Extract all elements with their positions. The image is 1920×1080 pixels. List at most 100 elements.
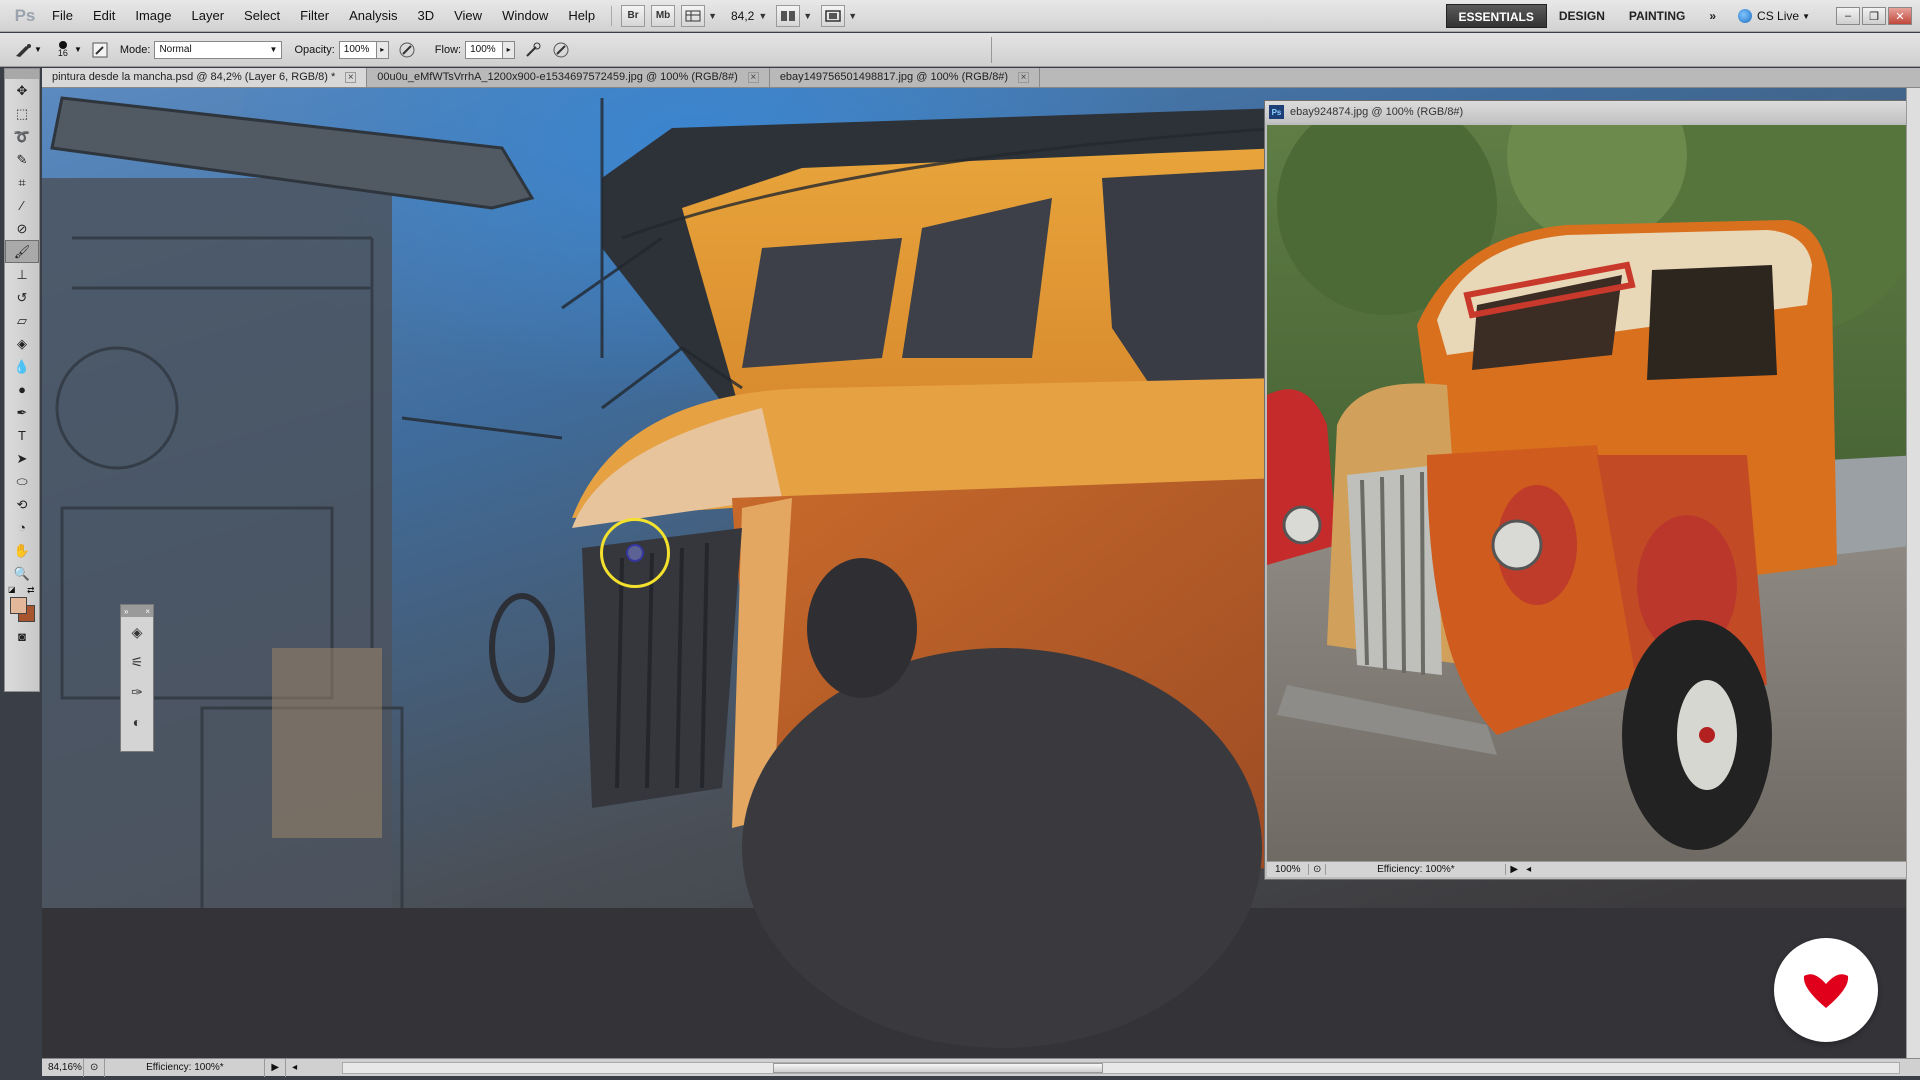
- zoom-level[interactable]: 84,2: [731, 9, 754, 23]
- scroll-left-icon[interactable]: ◂: [1522, 864, 1535, 875]
- menu-file[interactable]: File: [42, 0, 83, 32]
- brush-preset-picker[interactable]: 16: [58, 41, 68, 58]
- menu-view[interactable]: View: [444, 0, 492, 32]
- tab-reference-jpg-1[interactable]: 00u0u_eMfWTsVrrhA_1200x900-e153469757245…: [367, 68, 770, 87]
- paths-panel-icon[interactable]: ✑: [121, 677, 153, 707]
- layers-panel-icon[interactable]: ◈: [121, 617, 153, 647]
- tab-pintura-psd[interactable]: pintura desde la mancha.psd @ 84,2% (Lay…: [42, 68, 368, 87]
- tablet-pressure-size-icon[interactable]: [551, 40, 571, 60]
- menu-3d[interactable]: 3D: [407, 0, 444, 32]
- menu-edit[interactable]: Edit: [83, 0, 125, 32]
- default-colors-icon[interactable]: ◪: [8, 585, 16, 594]
- chevron-down-icon[interactable]: ▼: [34, 45, 42, 54]
- hand-tool-icon[interactable]: ✋: [5, 539, 39, 562]
- pen-tool-icon[interactable]: ✒: [5, 401, 39, 424]
- shape-tool-icon[interactable]: ⬭: [5, 470, 39, 493]
- cs-live-button[interactable]: CS Live ▼: [1728, 9, 1820, 23]
- lasso-tool-icon[interactable]: ➰: [5, 125, 39, 148]
- marquee-tool-icon[interactable]: ⬚: [5, 102, 39, 125]
- close-icon[interactable]: ×: [145, 607, 150, 616]
- opacity-input[interactable]: 100%: [338, 40, 377, 59]
- status-info-icon[interactable]: ⊙: [84, 1058, 106, 1077]
- scroll-left-icon[interactable]: ◂: [286, 1059, 303, 1077]
- brush-size: 16: [57, 48, 68, 58]
- menu-select[interactable]: Select: [234, 0, 290, 32]
- horizontal-scrollbar[interactable]: [342, 1062, 1900, 1074]
- type-tool-icon[interactable]: T: [5, 424, 39, 447]
- menu-filter[interactable]: Filter: [290, 0, 339, 32]
- flow-input[interactable]: 100%: [465, 40, 504, 59]
- brush-tool-icon[interactable]: 🖌: [5, 240, 39, 263]
- canvas-zoom-readout[interactable]: 84,16%: [42, 1058, 84, 1077]
- path-selection-tool-icon[interactable]: ➤: [5, 447, 39, 470]
- reference-image-window[interactable]: Ps ebay924874.jpg @ 100% (RGB/8#) 100% ⊙…: [1264, 100, 1920, 880]
- chevron-down-icon[interactable]: ▼: [758, 11, 767, 21]
- workspace-more[interactable]: »: [1697, 4, 1728, 28]
- close-icon[interactable]: ✕: [1888, 7, 1912, 25]
- opacity-slider-toggle[interactable]: ▸: [376, 40, 389, 59]
- reference-zoom[interactable]: 100%: [1267, 864, 1309, 875]
- arrange-documents-button[interactable]: [776, 4, 801, 27]
- tab-label: 00u0u_eMfWTsVrrhA_1200x900-e153469757245…: [377, 71, 738, 83]
- quick-mask-icon[interactable]: ◙: [5, 625, 39, 648]
- blend-mode-value: Normal: [159, 44, 192, 55]
- menu-help[interactable]: Help: [558, 0, 605, 32]
- chevron-down-icon[interactable]: ▼: [708, 11, 717, 21]
- vertical-scrollbar[interactable]: [1906, 88, 1920, 1058]
- tools-panel-header[interactable]: [5, 69, 39, 79]
- adjustments-panel-icon[interactable]: ◐: [121, 707, 153, 737]
- tablet-pressure-opacity-icon[interactable]: [397, 40, 417, 60]
- airbrush-icon[interactable]: [523, 40, 543, 60]
- arrange-icon: [781, 10, 796, 21]
- chevron-down-icon[interactable]: ▼: [848, 11, 857, 21]
- close-icon[interactable]: ×: [747, 72, 759, 83]
- restore-icon[interactable]: ❐: [1862, 7, 1886, 25]
- status-info-icon[interactable]: ⊙: [1309, 864, 1327, 875]
- quick-select-tool-icon[interactable]: ✎: [5, 148, 39, 171]
- close-icon[interactable]: ×: [345, 72, 357, 83]
- paint-bucket-tool-icon[interactable]: ◈: [5, 332, 39, 355]
- brush-tool-icon[interactable]: [14, 40, 34, 60]
- workspace-essentials[interactable]: ESSENTIALS: [1445, 4, 1547, 28]
- menu-image[interactable]: Image: [125, 0, 181, 32]
- cs-live-icon: [1738, 9, 1753, 23]
- foreground-color-swatch[interactable]: [10, 597, 27, 614]
- blur-tool-icon[interactable]: 💧: [5, 355, 39, 378]
- move-tool-icon[interactable]: ✥: [5, 79, 39, 102]
- minimize-icon[interactable]: –: [1836, 7, 1860, 25]
- clone-stamp-tool-icon[interactable]: ⊥: [5, 263, 39, 286]
- close-icon[interactable]: ×: [1018, 72, 1030, 83]
- panel-dock-header[interactable]: » ×: [121, 605, 153, 617]
- brush-panel-toggle-icon[interactable]: [90, 40, 110, 60]
- expand-icon[interactable]: »: [124, 607, 128, 616]
- extras-button[interactable]: [681, 4, 706, 27]
- menu-analysis[interactable]: Analysis: [339, 0, 407, 32]
- status-menu-arrow-icon[interactable]: ▶: [1506, 864, 1522, 875]
- 3d-orbit-tool-icon[interactable]: ◔: [5, 516, 39, 539]
- status-menu-arrow-icon[interactable]: ▶: [265, 1058, 287, 1077]
- menu-layer[interactable]: Layer: [182, 0, 235, 32]
- history-brush-tool-icon[interactable]: ↺: [5, 286, 39, 309]
- screen-mode-button[interactable]: [821, 4, 846, 27]
- 3d-rotate-tool-icon[interactable]: ⟲: [5, 493, 39, 516]
- spot-healing-tool-icon[interactable]: ⊘: [5, 217, 39, 240]
- minibridge-button[interactable]: Mb: [651, 4, 676, 27]
- crop-tool-icon[interactable]: ⌗: [5, 171, 39, 194]
- chevron-down-icon[interactable]: ▼: [803, 11, 812, 21]
- workspace-design[interactable]: DESIGN: [1547, 4, 1617, 28]
- swap-colors-icon[interactable]: ⇄: [27, 585, 35, 596]
- zoom-tool-icon[interactable]: 🔍: [5, 562, 39, 585]
- reference-window-titlebar[interactable]: Ps ebay924874.jpg @ 100% (RGB/8#): [1265, 101, 1919, 123]
- scrollbar-thumb[interactable]: [773, 1063, 1103, 1073]
- eraser-tool-icon[interactable]: ▱: [5, 309, 39, 332]
- flow-slider-toggle[interactable]: ▸: [503, 40, 516, 59]
- blend-mode-select[interactable]: Normal ▼: [154, 40, 283, 59]
- chevron-down-icon[interactable]: ▼: [74, 45, 82, 54]
- eyedropper-tool-icon[interactable]: ⁄: [5, 194, 39, 217]
- tab-reference-jpg-2[interactable]: ebay149756501498817.jpg @ 100% (RGB/8#) …: [770, 68, 1041, 87]
- bridge-button[interactable]: Br: [621, 4, 646, 27]
- workspace-painting[interactable]: PAINTING: [1617, 4, 1697, 28]
- dodge-tool-icon[interactable]: ●: [5, 378, 39, 401]
- menu-window[interactable]: Window: [492, 0, 558, 32]
- channels-panel-icon[interactable]: ⚟: [121, 647, 153, 677]
